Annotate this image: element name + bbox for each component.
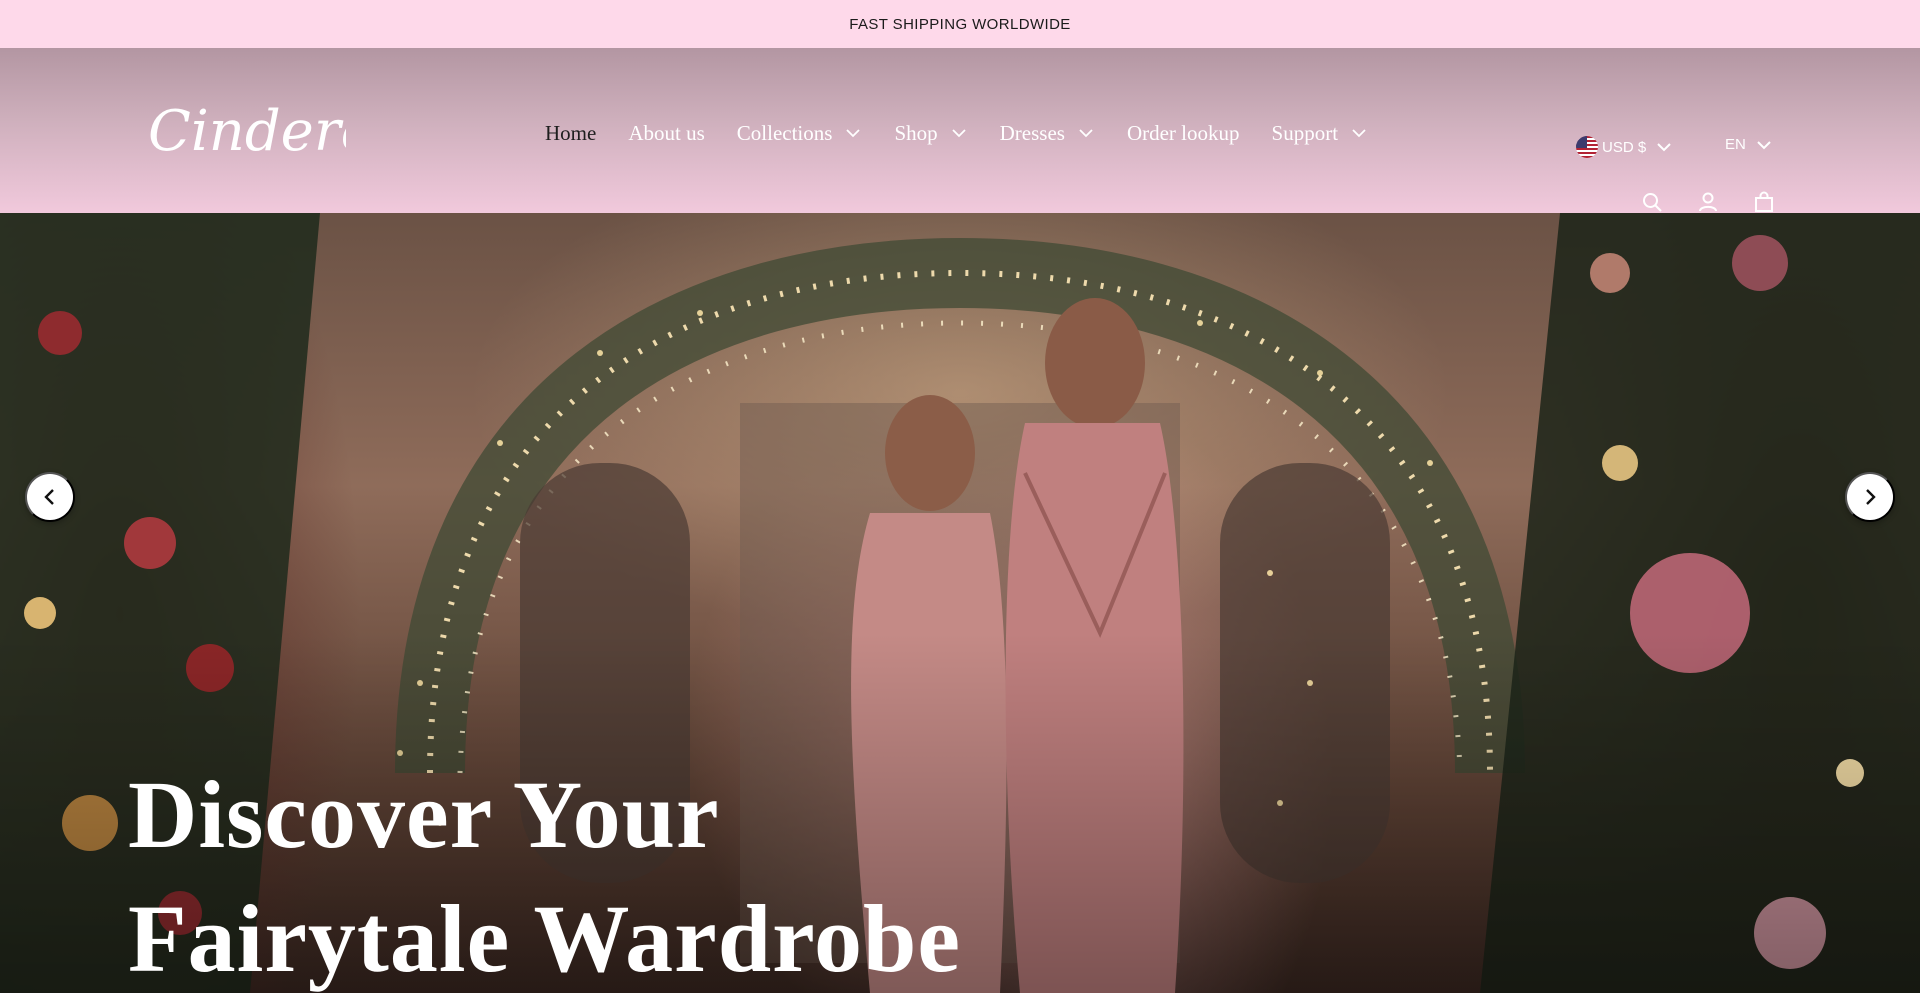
svg-text:Cinderella: Cinderella bbox=[148, 99, 346, 164]
hero-title-line-2: Fairytale Wardrobe bbox=[128, 885, 962, 992]
currency-selector[interactable]: USD $ bbox=[1576, 136, 1672, 158]
nav-label: Collections bbox=[736, 120, 833, 145]
nav-label: Shop bbox=[894, 120, 938, 145]
slider-prev-button[interactable] bbox=[25, 472, 75, 522]
language-selector[interactable]: EN bbox=[1725, 136, 1772, 153]
chevron-down-icon bbox=[1756, 137, 1772, 153]
hero-banner: Discover Your Fairytale Wardrobe bbox=[0, 213, 1920, 993]
cart-icon[interactable] bbox=[1750, 188, 1778, 216]
chevron-down-icon bbox=[844, 124, 862, 142]
nav-about-us[interactable]: About us bbox=[628, 121, 704, 146]
chevron-down-icon bbox=[950, 124, 968, 142]
search-icon[interactable] bbox=[1638, 188, 1666, 216]
slider-next-button[interactable] bbox=[1845, 472, 1895, 522]
language-label: EN bbox=[1725, 136, 1746, 153]
nav-collections[interactable]: Collections bbox=[737, 121, 863, 146]
nav-home[interactable]: Home bbox=[545, 121, 596, 146]
announcement-bar: FAST SHIPPING WORLDWIDE bbox=[0, 0, 1920, 48]
site-header: Cinderella Home About us Collections Sho… bbox=[0, 48, 1920, 213]
hero-title-line-1: Discover Your bbox=[128, 761, 720, 868]
nav-order-lookup[interactable]: Order lookup bbox=[1127, 121, 1240, 146]
nav-shop[interactable]: Shop bbox=[894, 121, 967, 146]
chevron-left-icon bbox=[44, 489, 54, 505]
chevron-down-icon bbox=[1656, 139, 1672, 155]
logo[interactable]: Cinderella bbox=[146, 92, 346, 168]
main-nav: Home About us Collections Shop Dresses O… bbox=[545, 116, 1400, 150]
nav-label: Order lookup bbox=[1126, 120, 1240, 145]
currency-label: USD $ bbox=[1602, 138, 1647, 156]
nav-support[interactable]: Support bbox=[1272, 121, 1369, 146]
chevron-right-icon bbox=[1866, 489, 1876, 505]
announcement-text: FAST SHIPPING WORLDWIDE bbox=[849, 15, 1071, 33]
hero-title: Discover Your Fairytale Wardrobe bbox=[128, 753, 1028, 993]
logo-wordmark: Cinderella bbox=[148, 99, 346, 164]
header-icons bbox=[1638, 188, 1806, 216]
nav-label: Dresses bbox=[999, 120, 1065, 145]
us-flag-icon bbox=[1576, 136, 1598, 158]
nav-label: Support bbox=[1271, 120, 1339, 145]
nav-label: Home bbox=[545, 120, 597, 145]
nav-dresses[interactable]: Dresses bbox=[1000, 121, 1095, 146]
nav-label: About us bbox=[628, 120, 705, 145]
account-icon[interactable] bbox=[1694, 188, 1722, 216]
chevron-down-icon bbox=[1350, 124, 1368, 142]
chevron-down-icon bbox=[1077, 124, 1095, 142]
